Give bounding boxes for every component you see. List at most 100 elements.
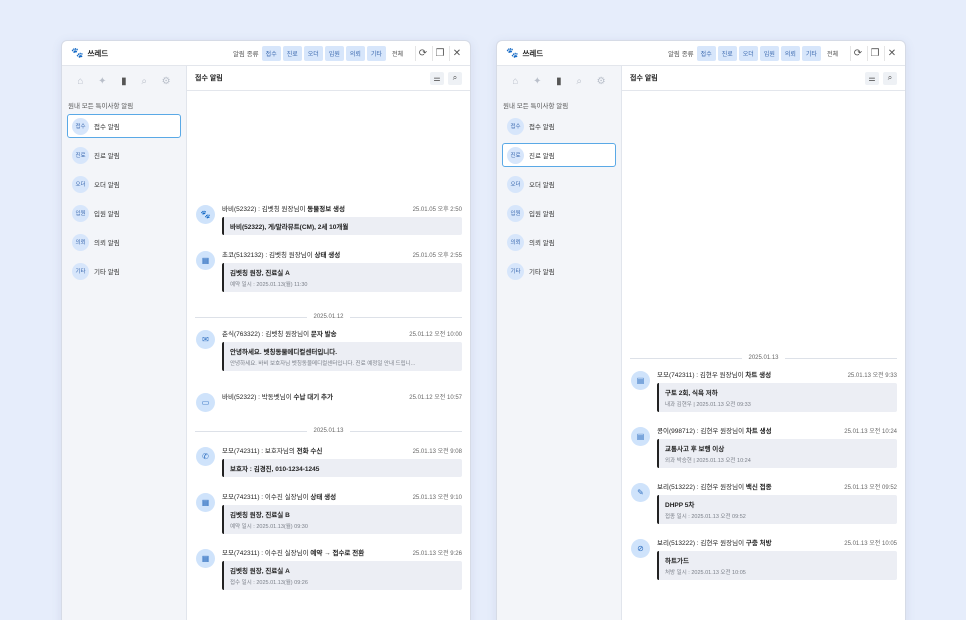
message-box-sub: 외과 박승현 | 2025.01.13 오전 10:24 xyxy=(665,458,751,464)
message-box-title: 김벳칭 원장, 진료실 B xyxy=(230,512,290,519)
close-icon[interactable]: ✕ xyxy=(449,45,464,61)
paw-icon: 🐾 xyxy=(506,47,519,59)
sidebar-item-admission[interactable]: 입원 입원 알림 xyxy=(502,201,616,225)
message-box-sub: 예약 일시 : 2025.01.13(월) 11:30 xyxy=(230,282,308,288)
sidebar-item-admission[interactable]: 입원 입원 알림 xyxy=(67,201,181,225)
search-icon[interactable]: ⌕ xyxy=(883,71,897,85)
sidebar-item-order[interactable]: 오더 오더 알림 xyxy=(67,172,181,196)
pin-icon[interactable]: ✦ xyxy=(533,76,541,87)
list-item[interactable]: ✎ 보리(513222) : 김현우 원장님이 백신 접종 25.01.13 오전… xyxy=(622,481,905,537)
filter-chip-order[interactable]: 오더 xyxy=(738,45,758,61)
filter-chip-etc[interactable]: 기타 xyxy=(801,45,821,61)
list-item[interactable]: ✉ 춘식(763322) : 김벳칭 원장님이 문자 발송 25.01.12 오전… xyxy=(187,328,470,385)
filter-chip-etc[interactable]: 기타 xyxy=(366,45,386,61)
refresh-icon[interactable]: ⟳ xyxy=(850,45,865,61)
list-item[interactable]: ▦ 초코(5132132) : 김벳칭 원장님이 상태 생성 25.01.05 오… xyxy=(187,249,470,306)
message-box-title: 바비(52322), 게/말라뮤트(CM), 2세 10개월 xyxy=(230,224,349,231)
search-icon[interactable]: ⌕ xyxy=(141,76,147,87)
filter-chip-reception[interactable]: 접수 xyxy=(261,45,281,61)
popout-icon[interactable]: ❐ xyxy=(867,45,882,61)
list-item[interactable]: ▤ 모모(742311) : 김현우 원장님이 차트 생성 25.01.13 오전… xyxy=(622,369,905,425)
filter-chip-all[interactable]: 전체 xyxy=(823,46,842,61)
popout-icon[interactable]: ❐ xyxy=(432,45,447,61)
filter-chip-treatment[interactable]: 진료 xyxy=(282,45,302,61)
message-sender: 콩이(998712) : 김현우 원장님이 차트 생성 xyxy=(657,428,772,435)
sidebar-item-treatment[interactable]: 진료 진료 알림 xyxy=(502,143,616,167)
list-item[interactable]: ⊘ 보리(513222) : 김현우 원장님이 구충 처방 25.01.13 오전… xyxy=(622,537,905,593)
list-item[interactable]: ▦ 모모(742311) : 이수진 실장님이 상태 생성 25.01.13 오전… xyxy=(187,491,470,547)
list-item[interactable]: ✆ 모모(742311) : 보호자님의 전화 수신 25.01.13 오전 9:… xyxy=(187,445,470,491)
category-badge: 입원 xyxy=(507,204,524,222)
message-box-title: 구토 2회, 식욕 저하 xyxy=(665,390,718,397)
calendar-icon: ▦ xyxy=(196,493,215,512)
window-title: 쓰레드 xyxy=(87,48,109,58)
filter-chip-admission[interactable]: 입원 xyxy=(759,45,779,61)
filter-settings-icon[interactable]: ⚌ xyxy=(430,71,444,85)
date-divider-text: 2025.01.13 xyxy=(313,428,344,434)
list-item[interactable]: ▭ 바비(52322) : 박동벳님이 수납 대기 추가 25.01.12 오전 … xyxy=(187,391,470,417)
message-sender: 바비(52322) : 박동벳님이 수납 대기 추가 xyxy=(222,394,333,401)
search-icon[interactable]: ⌕ xyxy=(448,71,462,85)
filter-chip-order[interactable]: 오더 xyxy=(303,45,323,61)
pin-icon[interactable]: ✦ xyxy=(98,76,106,87)
filter-chip-referral[interactable]: 의뢰 xyxy=(345,45,365,61)
message-box: 하트가드 처방 일시 : 2025.01.13 오전 10:05 xyxy=(657,551,897,580)
message-time: 25.01.13 오전 9:08 xyxy=(412,448,462,455)
sidebar: ⌂ ✦ ▮ ⌕ ⚙ 원내 모든 특이사항 알림 접수 접수 알림 진료 진료 알림 … xyxy=(62,66,187,620)
message-time: 25.01.13 오전 9:33 xyxy=(847,372,897,379)
sidebar-item-etc[interactable]: 기타 기타 알림 xyxy=(502,259,616,283)
sidebar-item-etc[interactable]: 기타 기타 알림 xyxy=(67,259,181,283)
filter-chip-all[interactable]: 전체 xyxy=(388,46,407,61)
message-box-title: 보호자 : 김경진, 010-1234-1245 xyxy=(230,466,320,473)
sidebar-item-label: 기타 알림 xyxy=(529,269,555,276)
list-item[interactable]: 🐾 바비(52322) : 김벳칭 원장님이 동물정보 생성 25.01.05 오… xyxy=(187,203,470,249)
sidebar-item-referral[interactable]: 의뢰 의뢰 알림 xyxy=(67,230,181,254)
message-box: DHPP 5차 접종 일시 : 2025.01.13 오전 09:52 xyxy=(657,495,897,524)
sidebar-item-label: 진료 알림 xyxy=(529,153,555,160)
sidebar-item-label: 접수 알림 xyxy=(94,124,120,131)
close-icon[interactable]: ✕ xyxy=(884,45,899,61)
date-divider: 2025.01.12 xyxy=(187,306,470,328)
syringe-icon: ✎ xyxy=(631,483,650,502)
home-icon[interactable]: ⌂ xyxy=(77,76,83,87)
sidebar-item-reception[interactable]: 접수 접수 알림 xyxy=(67,114,181,138)
sidebar: ⌂ ✦ ▮ ⌕ ⚙ 원내 모든 특이사항 알림 접수 접수 알림 진료 진료 알림 … xyxy=(497,66,622,620)
refresh-icon[interactable]: ⟳ xyxy=(415,45,430,61)
filter-chip-treatment[interactable]: 진료 xyxy=(717,45,737,61)
message-box: 보호자 : 김경진, 010-1234-1245 xyxy=(222,459,462,477)
sidebar-item-reception[interactable]: 접수 접수 알림 xyxy=(502,114,616,138)
gear-icon[interactable]: ⚙ xyxy=(597,76,606,87)
list-item[interactable]: ▦ 모모(742311) : 이수진 실장님이 예약 → 접수로 전환 25.01… xyxy=(187,547,470,603)
book-icon[interactable]: ▮ xyxy=(121,76,127,87)
message-feed[interactable]: 🐾 바비(52322) : 김벳칭 원장님이 동물정보 생성 25.01.05 오… xyxy=(187,203,470,603)
phone-icon: ✆ xyxy=(196,447,215,466)
book-icon[interactable]: ▮ xyxy=(556,76,562,87)
filter-chip-reception[interactable]: 접수 xyxy=(696,45,716,61)
search-icon[interactable]: ⌕ xyxy=(576,76,582,87)
message-time: 25.01.12 오전 10:00 xyxy=(409,331,462,338)
sidebar-item-referral[interactable]: 의뢰 의뢰 알림 xyxy=(502,230,616,254)
sidebar-item-label: 오더 알림 xyxy=(94,182,120,189)
category-badge: 오더 xyxy=(507,175,524,193)
message-box: 김벳칭 원장, 진료실 B 예약 일시 : 2025.01.13(월) 09:30 xyxy=(222,505,462,534)
message-box: 구토 2회, 식욕 저하 내과 김현우 | 2025.01.13 오전 09:33 xyxy=(657,383,897,412)
message-sender: 모모(742311) : 김현우 원장님이 차트 생성 xyxy=(657,372,772,379)
message-box: 교통사고 후 보행 이상 외과 박승현 | 2025.01.13 오전 10:24 xyxy=(657,439,897,468)
gear-icon[interactable]: ⚙ xyxy=(162,76,171,87)
list-item[interactable]: ▤ 콩이(998712) : 김현우 원장님이 차트 생성 25.01.13 오전… xyxy=(622,425,905,481)
category-badge: 의뢰 xyxy=(507,233,524,251)
main-panel: 접수 알림 ⚌ ⌕ 2025.01.13 ▤ 모모(742311) : 김현우 … xyxy=(622,66,905,620)
home-icon[interactable]: ⌂ xyxy=(512,76,518,87)
filter-settings-icon[interactable]: ⚌ xyxy=(865,71,879,85)
message-box-title: 김벳칭 원장, 진료실 A xyxy=(230,568,290,575)
mail-icon: ✉ xyxy=(196,330,215,349)
main-panel: 접수 알림 ⚌ ⌕ 🐾 바비(52322) : 김벳칭 원장님이 동물정보 생성… xyxy=(187,66,470,620)
message-time: 25.01.13 오전 10:05 xyxy=(844,540,897,547)
sidebar-item-treatment[interactable]: 진료 진료 알림 xyxy=(67,143,181,167)
filter-chip-referral[interactable]: 의뢰 xyxy=(780,45,800,61)
category-badge: 접수 xyxy=(72,117,89,135)
filter-chip-admission[interactable]: 입원 xyxy=(324,45,344,61)
title-bar: 🐾 쓰레드 알림 종류 접수 진료 오더 입원 의뢰 기타 전체 ⟳ ❐ ✕ xyxy=(62,41,470,66)
sidebar-item-order[interactable]: 오더 오더 알림 xyxy=(502,172,616,196)
message-feed[interactable]: 2025.01.13 ▤ 모모(742311) : 김현우 원장님이 차트 생성… xyxy=(622,347,905,593)
